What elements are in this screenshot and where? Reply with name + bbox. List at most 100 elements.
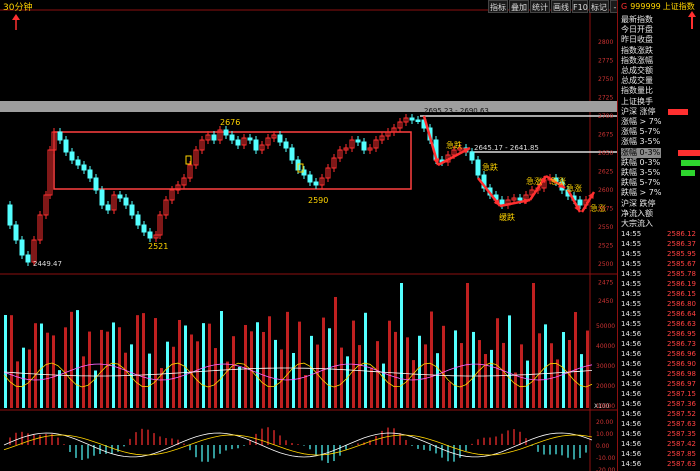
toolbar-button[interactable]: 叠加 [509, 0, 529, 13]
tick-price: 2586.98 [667, 370, 696, 378]
volume-bar [334, 296, 337, 408]
candle-body [211, 134, 217, 141]
stat-row: 指数涨跌 [621, 45, 653, 55]
candle-body [361, 141, 367, 151]
tick-price: 2586.95 [667, 330, 696, 338]
volume-bar [376, 341, 379, 408]
volume-axis-label: 20000 [596, 383, 615, 390]
resistance-band [0, 101, 617, 112]
volume-axis-label: 40000 [596, 343, 615, 350]
candle-body [517, 197, 523, 201]
breadth-bar [678, 149, 700, 156]
candles [7, 114, 589, 266]
stat-row: 涨幅 5-7% [621, 127, 661, 137]
volume-bar [394, 331, 397, 408]
stat-row: 涨幅 0-3% [621, 147, 661, 158]
candle-body [283, 141, 289, 149]
toolbar-button[interactable]: 画线 [551, 0, 571, 13]
price-axis-label: 2575 [598, 206, 613, 213]
volume-bar [424, 344, 427, 408]
volume-bar [418, 335, 421, 408]
toolbar-button[interactable]: F10 [572, 0, 588, 13]
volume-bar [496, 318, 499, 408]
volume-bar [514, 372, 517, 408]
volume-bar [142, 313, 145, 408]
stat-row: 上证换手 [621, 96, 653, 106]
tick-time: 14:56 [621, 460, 642, 468]
candle-body [253, 139, 259, 151]
tick-price: 2585.78 [667, 270, 696, 278]
label-2590: 2590 [308, 196, 328, 205]
volume-bar [190, 334, 193, 408]
volume-bar [256, 322, 259, 408]
candle-body [99, 189, 105, 206]
volume-bar [586, 330, 589, 408]
tick-time: 14:55 [621, 270, 642, 278]
period-label[interactable]: 30分钟 [3, 1, 32, 13]
candlestick-chart[interactable]: 30分钟 2449.47 2676 2521 2590 2695.23 - 26… [0, 0, 617, 471]
volume-bar [4, 315, 7, 408]
volume-bar [106, 331, 109, 408]
candle-body [69, 151, 75, 161]
volume-bar [388, 320, 391, 408]
stat-row: 最新指数 [621, 15, 653, 24]
tick-price: 2587.35 [667, 430, 696, 438]
sharp-drop-label-2: 急跌 [482, 162, 498, 172]
volume-bar [136, 315, 139, 408]
volume-bar [454, 330, 457, 408]
candle-body [135, 214, 141, 226]
price-axis: 2800 2775 2750 2725 2700 2675 2650 2625 2600 2575… [598, 39, 613, 305]
stat-row: 沪深 涨停 [621, 106, 656, 116]
volume-bars [3, 283, 593, 408]
tick-price: 2586.97 [667, 380, 696, 388]
chart-area[interactable]: 30分钟 2449.47 2676 2521 2590 2695.23 - 26… [0, 0, 652, 471]
volume-bar [358, 345, 361, 408]
tick-time: 14:56 [621, 390, 642, 398]
candle-body [87, 169, 93, 179]
volume-bar [292, 352, 295, 408]
tick-time: 14:55 [621, 320, 642, 328]
tick-time: 14:55 [621, 240, 642, 248]
volume-bar [70, 311, 73, 408]
stat-row: 大宗流入 [621, 219, 653, 228]
candle-body [93, 177, 99, 191]
tick-price: 2585.67 [667, 260, 696, 268]
top-range-label: 2695.23 - 2690.63 [424, 107, 489, 115]
toolbar-button[interactable]: 标记 [589, 0, 609, 13]
volume-bar [490, 349, 493, 408]
macd-indicator [3, 427, 593, 463]
tick-time: 14:56 [621, 450, 642, 458]
tick-time: 14:56 [621, 330, 642, 338]
toolbar-button[interactable]: 统计 [530, 0, 550, 13]
tick-price: 2587.63 [667, 420, 696, 428]
toolbar-button[interactable]: 指标 [488, 0, 508, 13]
sharp-rise-label-1: 急涨 [526, 176, 542, 186]
candle-body [277, 134, 283, 143]
tick-price: 2587.63 [667, 460, 696, 468]
candle-body [469, 151, 475, 161]
arrow-up-head [688, 11, 696, 17]
volume-bar [574, 312, 577, 408]
volume-axis-label: 50000 [596, 323, 615, 330]
volume-bar [472, 331, 475, 408]
macd-axis-label: -10.00 [596, 455, 616, 462]
volume-bar [40, 323, 43, 408]
tick-price: 2586.19 [667, 280, 696, 288]
tick-price: 2586.63 [667, 320, 696, 328]
price-axis-label: 2725 [598, 95, 613, 102]
tick-time: 14:56 [621, 340, 642, 348]
tick-time: 14:55 [621, 280, 642, 288]
candle-body [235, 139, 241, 146]
price-axis-label: 2650 [598, 150, 613, 157]
volume-bar [268, 316, 271, 408]
tick-price: 2587.36 [667, 400, 696, 408]
volume-bar [442, 325, 445, 408]
chart-frame [0, 9, 617, 471]
volume-bar [82, 356, 85, 408]
volume-bar [448, 382, 451, 408]
volume-bar [202, 323, 205, 408]
volume-bar [532, 283, 535, 408]
tick-price: 2586.64 [667, 310, 696, 318]
volume-bar [550, 343, 553, 408]
candle-body [307, 174, 313, 183]
